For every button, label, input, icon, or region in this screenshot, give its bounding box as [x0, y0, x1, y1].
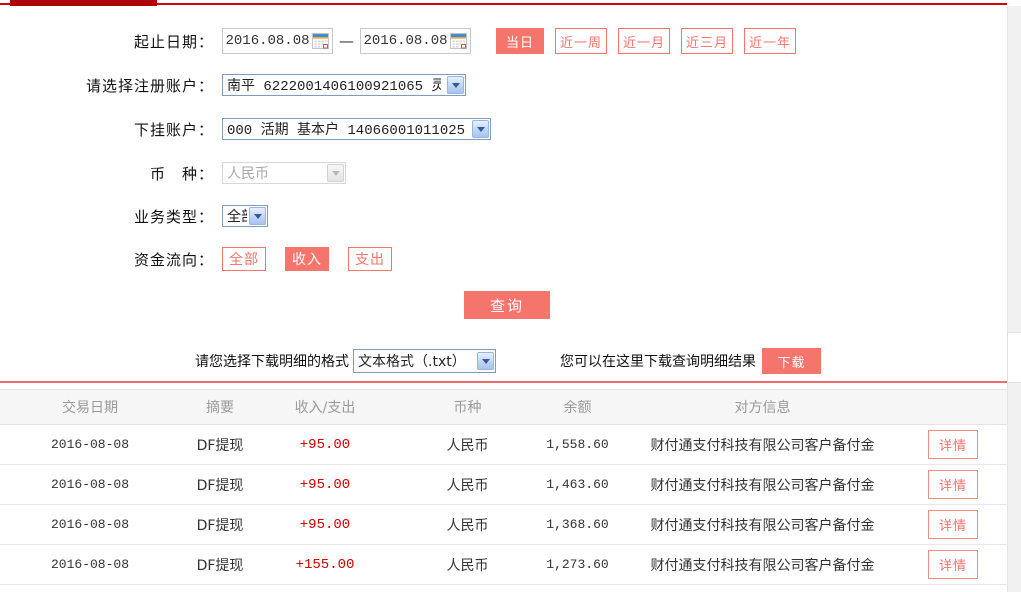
detail-button[interactable]: 详情 [928, 510, 978, 539]
transactions-table: 交易日期 摘要 收入/支出 币种 余额 对方信息 2016-08-08 DF提现… [0, 389, 1007, 585]
chevron-down-icon [472, 120, 489, 138]
date-to-value: 2016.08.08 [361, 33, 450, 49]
quick-range-3months-button[interactable]: 近三月 [681, 28, 733, 54]
date-separator: — [339, 32, 354, 50]
currency-select: 人民币 [222, 162, 346, 184]
active-tab-indicator [10, 0, 157, 6]
chevron-down-icon [477, 352, 494, 370]
cell-balance: 1,368.60 [545, 517, 610, 532]
register-account-select[interactable]: 南平 6222001406100921065 灵通卡 [222, 74, 466, 96]
cell-amount: +95.00 [260, 517, 390, 533]
transaction-query-page: 起止日期： 2016.08.08 — 2016.08.08 [0, 0, 1021, 592]
download-format-select[interactable]: 文本格式（.txt） [353, 349, 496, 373]
cell-currency: 人民币 [390, 435, 545, 455]
query-button[interactable]: 查询 [464, 291, 550, 319]
business-type-value: 全部 [227, 206, 247, 226]
download-row: 请您选择下载明细的格式 文本格式（.txt） 您可以在这里下载查询明细结果 下载 [0, 348, 821, 374]
cell-date: 2016-08-08 [0, 517, 180, 532]
chevron-down-icon [327, 164, 344, 182]
date-to-input[interactable]: 2016.08.08 [360, 28, 471, 54]
chevron-down-icon [447, 76, 464, 94]
sub-account-label: 下挂账户： [0, 119, 218, 140]
cell-date: 2016-08-08 [0, 557, 180, 572]
date-range-label: 起止日期： [0, 31, 218, 52]
sub-account-row: 下挂账户： 000 活期 基本户 1406600101102571848 [0, 118, 491, 140]
cell-date: 2016-08-08 [0, 477, 180, 492]
header-counterparty: 对方信息 [610, 397, 915, 417]
business-type-label: 业务类型： [0, 206, 218, 227]
sub-account-select[interactable]: 000 活期 基本户 1406600101102571848 [222, 118, 491, 140]
table-header: 交易日期 摘要 收入/支出 币种 余额 对方信息 [0, 389, 1007, 425]
cell-counterparty: 财付通支付科技有限公司客户备付金 [610, 515, 915, 535]
calendar-icon[interactable] [450, 33, 467, 49]
quick-range-year-button[interactable]: 近一年 [744, 28, 796, 54]
download-format-label: 请您选择下载明细的格式 [195, 351, 349, 371]
cell-counterparty: 财付通支付科技有限公司客户备付金 [610, 475, 915, 495]
cell-currency: 人民币 [390, 555, 545, 575]
register-account-value: 南平 6222001406100921065 灵通卡 [227, 75, 441, 95]
currency-row: 币 种： 人民币 [0, 162, 346, 184]
flow-income-button[interactable]: 收入 [285, 247, 329, 271]
cell-counterparty: 财付通支付科技有限公司客户备付金 [610, 555, 915, 575]
calendar-icon[interactable] [312, 33, 329, 49]
quick-range-week-button[interactable]: 近一周 [555, 28, 607, 54]
flow-expense-button[interactable]: 支出 [348, 247, 392, 271]
header-date: 交易日期 [0, 397, 180, 417]
download-format-value: 文本格式（.txt） [358, 351, 471, 371]
cell-summary: DF提现 [180, 555, 260, 575]
register-account-row: 请选择注册账户： 南平 6222001406100921065 灵通卡 [0, 74, 466, 96]
header-currency: 币种 [390, 397, 545, 417]
fund-flow-label: 资金流向： [0, 249, 218, 270]
sub-account-value: 000 活期 基本户 1406600101102571848 [227, 119, 466, 139]
table-row: 2016-08-08 DF提现 +95.00 人民币 1,463.60 财付通支… [0, 465, 1007, 505]
download-button[interactable]: 下载 [762, 348, 821, 374]
fund-flow-row: 资金流向： 全部 收入 支出 [0, 247, 411, 271]
header-summary: 摘要 [180, 397, 260, 417]
quick-range-today-button[interactable]: 当日 [496, 28, 544, 54]
flow-all-button[interactable]: 全部 [222, 247, 266, 271]
cell-amount: +95.00 [260, 437, 390, 453]
cell-balance: 1,558.60 [545, 437, 610, 452]
quick-range-month-button[interactable]: 近一月 [618, 28, 670, 54]
cell-counterparty: 财付通支付科技有限公司客户备付金 [610, 435, 915, 455]
detail-button[interactable]: 详情 [928, 430, 978, 459]
date-range-row: 起止日期： 2016.08.08 — 2016.08.08 [0, 28, 796, 54]
chevron-down-icon [249, 207, 266, 225]
currency-label: 币 种： [0, 163, 218, 184]
table-row: 2016-08-08 DF提现 +95.00 人民币 1,368.60 财付通支… [0, 505, 1007, 545]
header-amount: 收入/支出 [260, 397, 390, 417]
cell-currency: 人民币 [390, 515, 545, 535]
business-type-select[interactable]: 全部 [222, 205, 268, 227]
detail-button[interactable]: 详情 [928, 550, 978, 579]
detail-button[interactable]: 详情 [928, 470, 978, 499]
header-balance: 余额 [545, 397, 610, 417]
cell-amount: +155.00 [260, 557, 390, 573]
cell-date: 2016-08-08 [0, 437, 180, 452]
cell-balance: 1,463.60 [545, 477, 610, 492]
business-type-row: 业务类型： 全部 [0, 205, 268, 227]
section-divider [0, 381, 1007, 383]
download-hint: 您可以在这里下载查询明细结果 [560, 351, 756, 371]
cell-balance: 1,273.60 [545, 557, 610, 572]
currency-value: 人民币 [227, 163, 321, 183]
date-from-input[interactable]: 2016.08.08 [222, 28, 333, 54]
table-row: 2016-08-08 DF提现 +95.00 人民币 1,558.60 财付通支… [0, 425, 1007, 465]
register-account-label: 请选择注册账户： [0, 75, 218, 96]
cell-summary: DF提现 [180, 435, 260, 455]
table-row: 2016-08-08 DF提现 +155.00 人民币 1,273.60 财付通… [0, 545, 1007, 585]
date-from-value: 2016.08.08 [223, 33, 312, 49]
scrollbar-track[interactable] [1007, 6, 1021, 592]
cell-currency: 人民币 [390, 475, 545, 495]
scrollbar-thumb[interactable] [1007, 332, 1021, 383]
cell-summary: DF提现 [180, 515, 260, 535]
cell-amount: +95.00 [260, 477, 390, 493]
cell-summary: DF提现 [180, 475, 260, 495]
